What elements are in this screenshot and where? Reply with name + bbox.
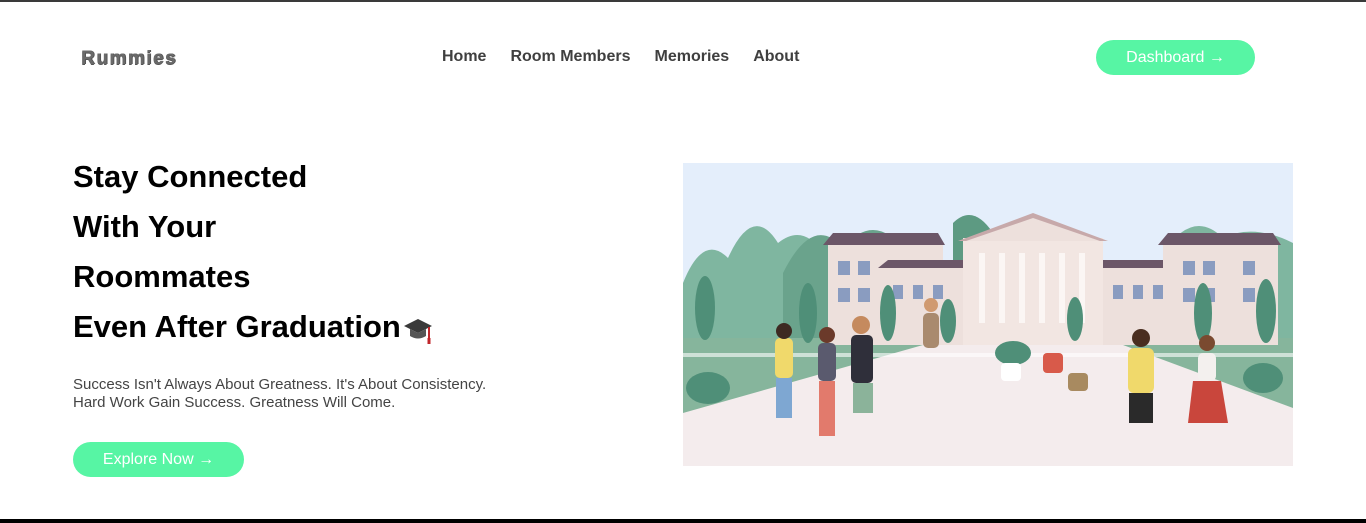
hero-subtitle: Success Isn't Always About Greatness. It…: [73, 376, 593, 412]
brand-logo[interactable]: Rummies: [81, 48, 177, 70]
nav-about[interactable]: About: [753, 48, 799, 66]
dashboard-button[interactable]: Dashboard →: [1096, 40, 1255, 75]
hero-title-line-4-wrap: Even After Graduation: [73, 302, 633, 352]
campus-illustration: [683, 163, 1293, 466]
hero-title-line-1: Stay Connected: [73, 159, 308, 194]
explore-now-button[interactable]: Explore Now →: [73, 442, 244, 477]
nav-memories[interactable]: Memories: [654, 48, 729, 66]
main-nav: Home Room Members Memories About: [442, 48, 799, 66]
graduation-cap-icon: [403, 310, 433, 344]
bottom-border: [0, 519, 1366, 523]
hero-title: Stay Connected With Your Roommates Even …: [73, 152, 633, 352]
nav-room-members[interactable]: Room Members: [510, 48, 630, 66]
hero-subtitle-line-1: Success Isn't Always About Greatness. It…: [73, 376, 487, 393]
nav-home[interactable]: Home: [442, 48, 486, 66]
hero-subtitle-line-2: Hard Work Gain Success. Greatness Will C…: [73, 394, 396, 411]
hero-title-line-4: Even After Graduation: [73, 309, 401, 344]
hero-title-line-2: With Your: [73, 209, 217, 244]
hero-title-line-3: Roommates: [73, 259, 251, 294]
